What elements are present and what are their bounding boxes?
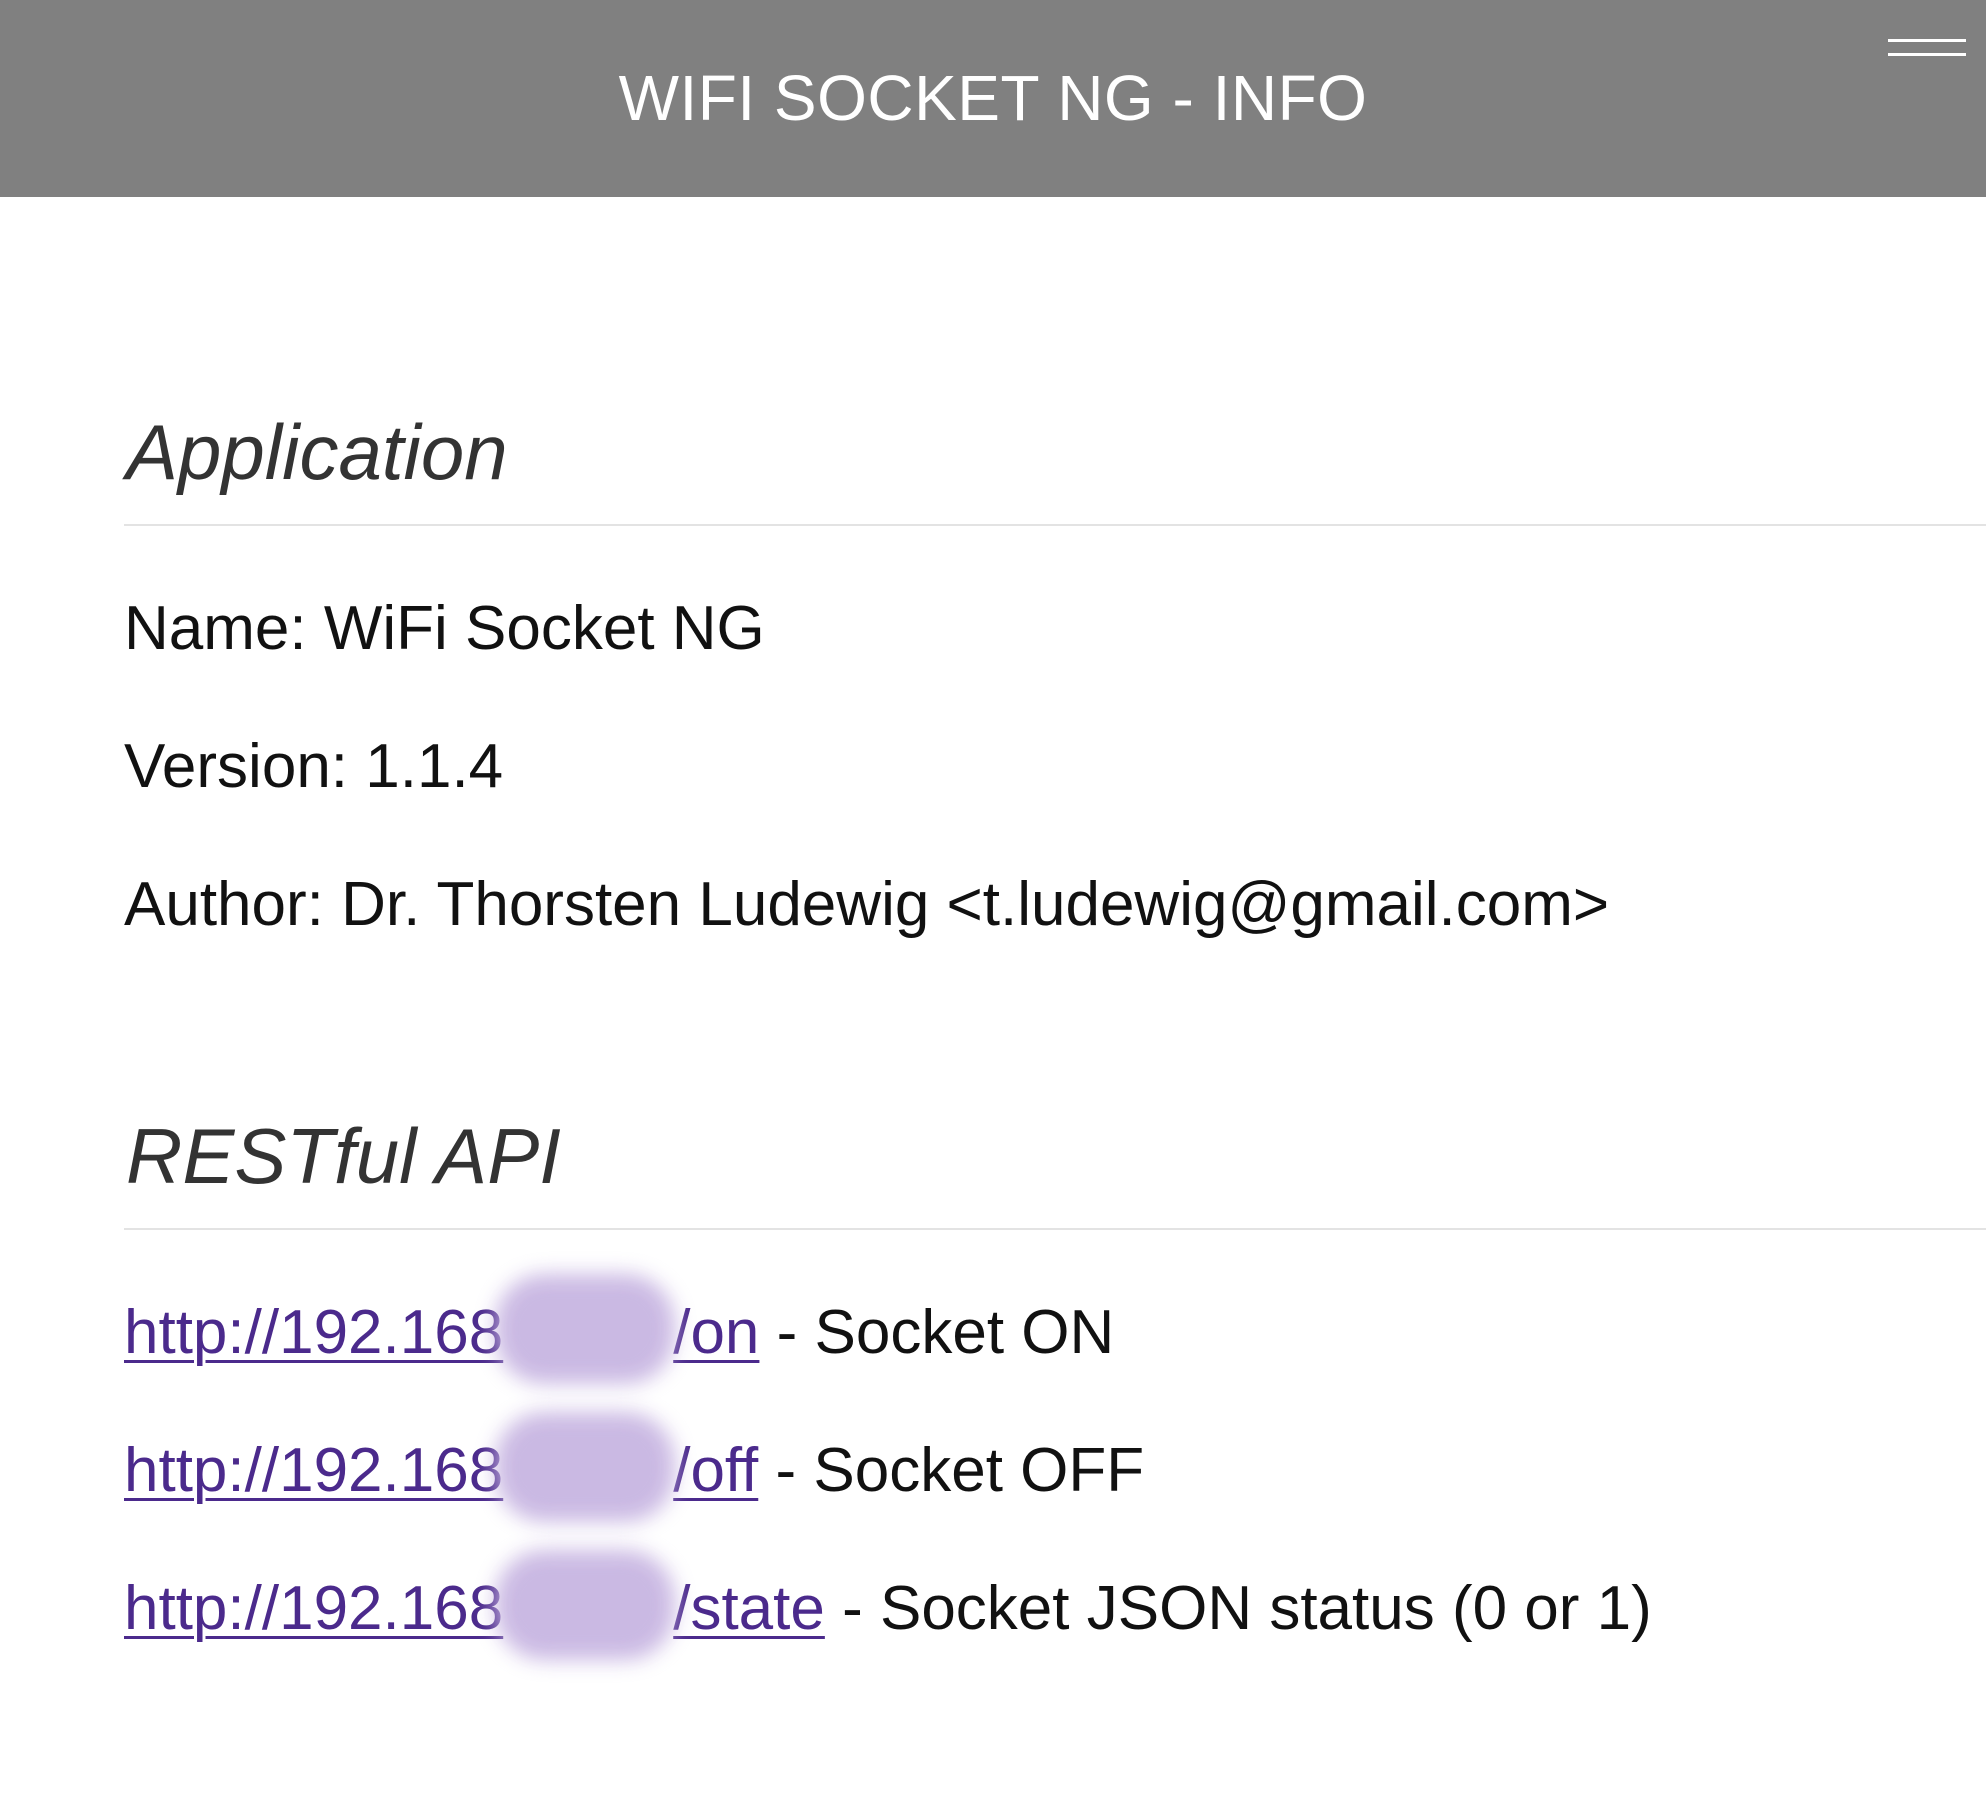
page-title: WIFI SOCKET NG - INFO: [618, 62, 1368, 134]
api-link-off-prefix: http://192.168: [124, 1436, 504, 1505]
api-endpoint-off: http://192.168/off - Socket OFF: [124, 1435, 1144, 1507]
api-divider: [124, 1228, 1986, 1230]
hamburger-icon[interactable]: [1880, 30, 1970, 70]
menu-bar-top: [1888, 39, 1966, 42]
api-link-off[interactable]: http://192.168/off: [124, 1436, 758, 1505]
api-link-state-path: /state: [673, 1574, 825, 1643]
api-link-on[interactable]: http://192.168/on: [124, 1298, 759, 1367]
api-endpoint-on: http://192.168/on - Socket ON: [124, 1297, 1114, 1369]
api-endpoint-state: http://192.168/state - Socket JSON statu…: [124, 1573, 1652, 1645]
redacted-ip-blur: [503, 1628, 673, 1629]
api-link-on-prefix: http://192.168: [124, 1298, 504, 1367]
app-version-value: 1.1.4: [365, 732, 504, 801]
api-link-off-path: /off: [673, 1436, 759, 1505]
api-heading: RESTful API: [126, 1112, 561, 1200]
app-version-label: Version:: [124, 732, 349, 801]
api-desc-on: - Socket ON: [776, 1298, 1115, 1367]
menu-bar-bottom: [1888, 53, 1966, 56]
app-version-row: Version: 1.1.4: [124, 731, 503, 803]
api-link-on-path: /on: [673, 1298, 760, 1367]
redacted-ip-blur: [503, 1490, 673, 1491]
app-author-row: Author: Dr. Thorsten Ludewig <t.ludewig@…: [124, 869, 1609, 941]
app-name-label: Name:: [124, 594, 307, 663]
api-desc-state: - Socket JSON status (0 or 1): [842, 1574, 1652, 1643]
redacted-ip-blur: [503, 1352, 673, 1353]
api-link-state-prefix: http://192.168: [124, 1574, 504, 1643]
application-heading: Application: [126, 408, 508, 496]
application-divider: [124, 524, 1986, 526]
api-desc-off: - Socket OFF: [775, 1436, 1145, 1505]
app-author-value: Dr. Thorsten Ludewig <t.ludewig@gmail.co…: [341, 870, 1610, 939]
app-name-row: Name: WiFi Socket NG: [124, 593, 765, 665]
app-name-value: WiFi Socket NG: [323, 594, 765, 663]
api-link-state[interactable]: http://192.168/state: [124, 1574, 825, 1643]
app-header: WIFI SOCKET NG - INFO: [0, 0, 1986, 197]
app-author-label: Author:: [124, 870, 324, 939]
